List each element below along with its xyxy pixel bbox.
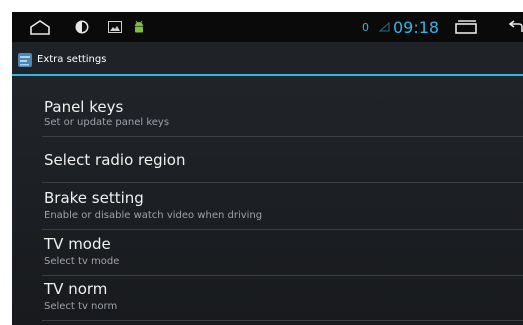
home-icon[interactable]: [28, 12, 52, 42]
settings-item-tv-norm[interactable]: TV norm Select tv norm: [12, 276, 523, 322]
clock: 09:18: [393, 18, 440, 37]
brightness-icon: [72, 12, 92, 42]
notification-count: 0: [362, 21, 369, 34]
back-icon[interactable]: [507, 12, 523, 42]
signal-icon: [377, 12, 391, 42]
settings-item-title: Panel keys: [44, 98, 124, 116]
action-bar: Extra settings: [12, 42, 523, 76]
android-screen: 0 09:18 Extra settings Panel keys Set or…: [12, 12, 523, 325]
settings-item-panel-keys[interactable]: Panel keys Set or update panel keys: [12, 76, 523, 128]
settings-item-tv-mode[interactable]: TV mode Select tv mode: [12, 230, 523, 276]
settings-item-title: TV norm: [44, 280, 108, 298]
list-divider: [42, 320, 523, 321]
settings-item-select-radio-region[interactable]: Select radio region: [12, 137, 523, 181]
android-icon: [130, 12, 148, 42]
settings-item-summary: Set or update panel keys: [44, 117, 170, 128]
settings-item-title: Select radio region: [44, 151, 186, 169]
page-title: Extra settings: [37, 54, 107, 65]
settings-item-title: Brake setting: [44, 189, 144, 207]
settings-item-summary: Select tv mode: [44, 256, 120, 267]
recent-apps-icon[interactable]: [452, 12, 480, 42]
settings-item-title: TV mode: [44, 235, 111, 253]
image-icon: [106, 12, 124, 42]
settings-item-summary: Enable or disable watch video when drivi…: [44, 210, 263, 221]
settings-item-summary: Select tv norm: [44, 301, 118, 312]
settings-item-brake-setting[interactable]: Brake setting Enable or disable watch vi…: [12, 183, 523, 229]
status-bar: 0 09:18: [12, 12, 523, 42]
settings-app-icon[interactable]: [18, 52, 32, 67]
